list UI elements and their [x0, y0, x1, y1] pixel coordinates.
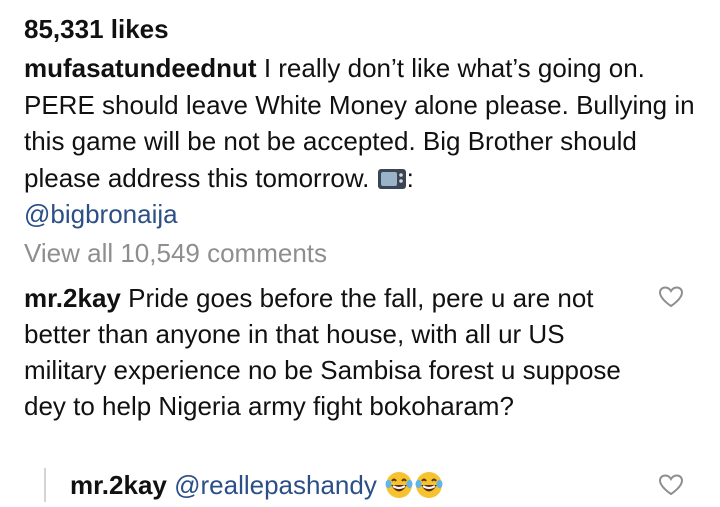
laughing-tears-emoji-icon	[415, 472, 443, 498]
comment-username[interactable]: mr.2kay	[24, 283, 121, 313]
caption-mention-link[interactable]: @bigbronaija	[24, 199, 178, 229]
view-all-comments-link[interactable]: View all 10,549 comments	[24, 237, 327, 269]
caption-username[interactable]: mufasatundeednut	[24, 53, 257, 83]
television-icon	[377, 168, 406, 189]
reply-thread-line	[44, 468, 46, 502]
laughing-tears-emoji-icon	[385, 472, 413, 498]
comment-item: mr.2kay Pride goes before the fall, pere…	[24, 280, 644, 424]
post-caption: mufasatundeednut I really don’t like wha…	[24, 50, 696, 233]
reply-mention-link[interactable]: @reallepashandy	[174, 470, 377, 500]
heart-icon[interactable]	[658, 473, 684, 497]
caption-colon: :	[406, 162, 414, 193]
reply-username[interactable]: mr.2kay	[70, 470, 167, 500]
reply-item: mr.2kay @reallepashandy	[70, 467, 444, 503]
likes-count[interactable]: 85,331 likes	[24, 12, 169, 46]
heart-icon[interactable]	[658, 285, 684, 309]
